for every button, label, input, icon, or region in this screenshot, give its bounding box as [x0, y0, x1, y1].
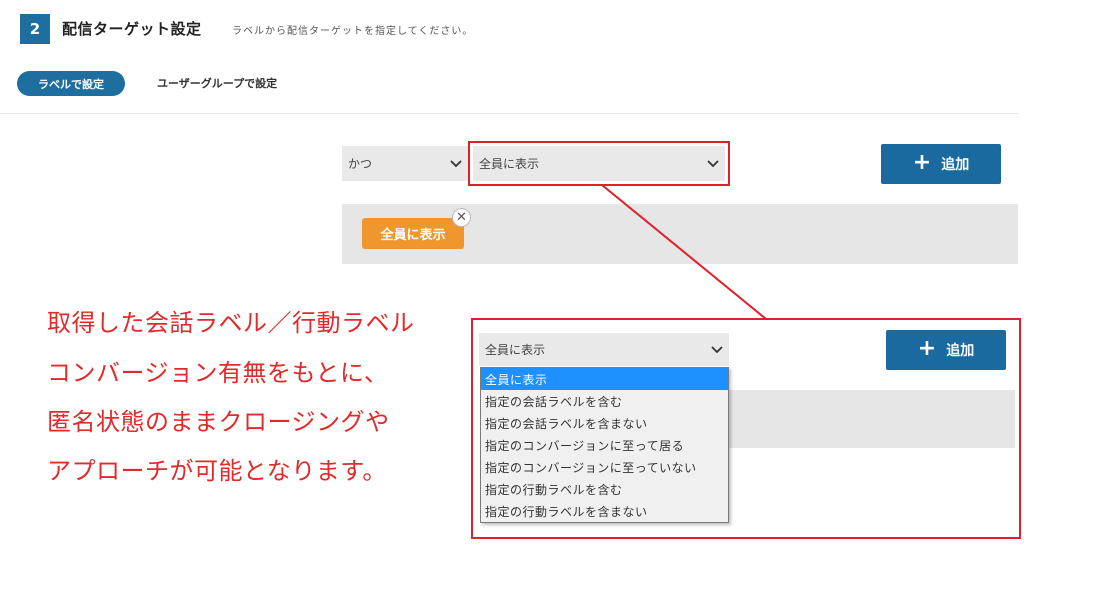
dropdown-option[interactable]: 指定の行動ラベルを含まない — [481, 500, 728, 522]
operator-select-value: かつ — [348, 157, 373, 171]
annotation-line-2: コンバージョン有無をもとに、 — [47, 359, 389, 387]
annotation-line-1: 取得した会話ラベル／行動ラベル — [47, 309, 415, 337]
add-button-zoomed-label: 追加 — [946, 343, 975, 359]
dropdown-option[interactable]: 指定の会話ラベルを含まない — [481, 412, 728, 434]
tab-label-settings[interactable]: ラベルで設定 — [17, 71, 125, 96]
dropdown-option[interactable]: 指定のコンバージョンに至っていない — [481, 456, 728, 478]
chevron-down-icon — [711, 345, 723, 353]
dropdown-option[interactable]: 全員に表示 — [481, 368, 728, 390]
close-icon[interactable]: ✕ — [452, 208, 471, 227]
chevron-down-icon — [450, 159, 462, 167]
add-button[interactable]: + 追加 — [881, 144, 1001, 184]
tab-user-group-settings[interactable]: ユーザーグループで設定 — [157, 75, 277, 91]
section-title: 配信ターゲット設定 — [62, 20, 202, 38]
step-number-badge: 2 — [20, 14, 50, 44]
condition-select-open-value: 全員に表示 — [485, 343, 546, 357]
add-button-zoomed[interactable]: + 追加 — [886, 330, 1006, 370]
plus-icon: + — [912, 150, 932, 175]
divider — [0, 113, 1018, 114]
condition-dropdown-list: 全員に表示 指定の会話ラベルを含む 指定の会話ラベルを含まない 指定のコンバージ… — [480, 367, 729, 523]
selected-labels-panel-zoomed — [729, 390, 1015, 448]
section-description: ラベルから配信ターゲットを指定してください。 — [232, 26, 474, 37]
dropdown-option[interactable]: 指定のコンバージョンに至って居る — [481, 434, 728, 456]
highlight-box — [468, 141, 730, 186]
dropdown-option[interactable]: 指定の行動ラベルを含む — [481, 478, 728, 500]
plus-icon: + — [917, 336, 937, 361]
add-button-label: 追加 — [941, 157, 970, 173]
label-chip: 全員に表示 — [362, 218, 464, 249]
condition-select-open[interactable]: 全員に表示 — [479, 333, 729, 366]
dropdown-option[interactable]: 指定の会話ラベルを含む — [481, 390, 728, 412]
operator-select[interactable]: かつ — [342, 146, 468, 181]
annotation-line-3: 匿名状態のままクロージングや — [47, 408, 390, 436]
annotation-line-4: アプローチが可能となります。 — [47, 457, 387, 485]
